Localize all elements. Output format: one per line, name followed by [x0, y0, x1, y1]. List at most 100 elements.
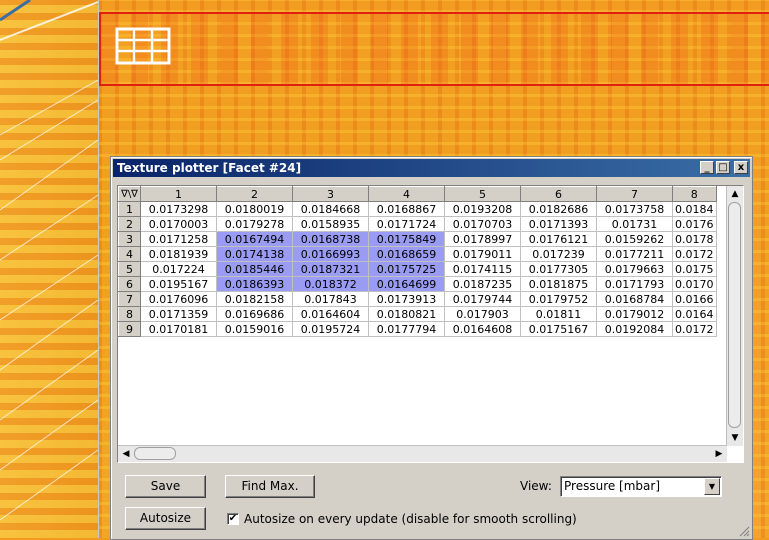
grid-cell[interactable]: 0.0168738: [292, 231, 369, 247]
grid-cell[interactable]: 0.0174138: [216, 246, 293, 262]
grid-cell[interactable]: 0.0176121: [520, 231, 597, 247]
grid-cell[interactable]: 0.0173298: [140, 201, 217, 217]
grid-cell[interactable]: 0.017903: [444, 306, 521, 322]
grid-cell[interactable]: 0.0171724: [368, 216, 445, 232]
grid-cell[interactable]: 0.01811: [520, 306, 597, 322]
grid-cell[interactable]: 0.0187321: [292, 261, 369, 277]
autosize-checkbox[interactable]: ✔: [227, 513, 239, 525]
resize-grip-icon[interactable]: [738, 525, 750, 537]
grid-cell[interactable]: 0.0179663: [596, 261, 673, 277]
view-select[interactable]: Pressure [mbar] ▼: [560, 476, 722, 497]
grid-cell[interactable]: 0.0175849: [368, 231, 445, 247]
grid-cell[interactable]: 0.0170703: [444, 216, 521, 232]
grid-cell[interactable]: 0.0186393: [216, 276, 293, 292]
find-max-button[interactable]: Find Max.: [225, 475, 315, 498]
grid-cell[interactable]: 0.017224: [140, 261, 217, 277]
grid-cell[interactable]: 0.0177305: [520, 261, 597, 277]
grid-cell[interactable]: 0.0192084: [596, 321, 673, 337]
column-header[interactable]: 3: [292, 186, 369, 202]
grid-cell[interactable]: 0.0175167: [520, 321, 597, 337]
column-header[interactable]: 7: [596, 186, 673, 202]
grid-cell[interactable]: 0.0179278: [216, 216, 293, 232]
grid-cell[interactable]: 0.0178997: [444, 231, 521, 247]
grid-cell[interactable]: 0.0178: [672, 231, 717, 247]
grid-cell[interactable]: 0.0185446: [216, 261, 293, 277]
grid-cell[interactable]: 0.0187235: [444, 276, 521, 292]
grid-cell[interactable]: 0.0179752: [520, 291, 597, 307]
grid-cell[interactable]: 0.0171793: [596, 276, 673, 292]
grid-cell[interactable]: 0.0159262: [596, 231, 673, 247]
row-header[interactable]: 6: [118, 276, 141, 292]
grid-cell[interactable]: 0.0176: [672, 216, 717, 232]
grid-cell[interactable]: 0.0169686: [216, 306, 293, 322]
grid-cell[interactable]: 0.0164699: [368, 276, 445, 292]
grid-cell[interactable]: 0.0173758: [596, 201, 673, 217]
grid-cell[interactable]: 0.0171359: [140, 306, 217, 322]
row-header[interactable]: 1: [118, 201, 141, 217]
scroll-left-icon[interactable]: ◀: [118, 446, 134, 462]
grid-cell[interactable]: 0.01731: [596, 216, 673, 232]
grid-cell[interactable]: 0.0168784: [596, 291, 673, 307]
grid-cell[interactable]: 0.0179012: [596, 306, 673, 322]
column-header[interactable]: 5: [444, 186, 521, 202]
grid-cell[interactable]: 0.0176096: [140, 291, 217, 307]
grid-cell[interactable]: 0.0164604: [292, 306, 369, 322]
grid-cell[interactable]: 0.0171393: [520, 216, 597, 232]
row-header[interactable]: 9: [118, 321, 141, 337]
selected-facet-outline[interactable]: [99, 12, 769, 86]
grid-cell[interactable]: 0.018372: [292, 276, 369, 292]
grid-cell[interactable]: 0.0180821: [368, 306, 445, 322]
grid-cell[interactable]: 0.0180019: [216, 201, 293, 217]
row-header[interactable]: 8: [118, 306, 141, 322]
grid-cell[interactable]: 0.0168867: [368, 201, 445, 217]
grid-cell[interactable]: 0.0175725: [368, 261, 445, 277]
grid-cell[interactable]: 0.0168659: [368, 246, 445, 262]
grid-cell[interactable]: 0.0170003: [140, 216, 217, 232]
row-header[interactable]: 4: [118, 246, 141, 262]
grid-cell[interactable]: 0.0193208: [444, 201, 521, 217]
scroll-up-icon[interactable]: ▲: [727, 186, 743, 202]
vertical-scrollbar[interactable]: ▲ ▼: [726, 186, 743, 446]
autosize-button[interactable]: Autosize: [125, 507, 206, 530]
row-header[interactable]: 7: [118, 291, 141, 307]
grid-cell[interactable]: 0.0182158: [216, 291, 293, 307]
grid-cell[interactable]: 0.0195167: [140, 276, 217, 292]
grid-cell[interactable]: 0.0177794: [368, 321, 445, 337]
grid-cell[interactable]: 0.0171258: [140, 231, 217, 247]
grid-cell[interactable]: 0.0170181: [140, 321, 217, 337]
grid-cell[interactable]: 0.017239: [520, 246, 597, 262]
window-titlebar[interactable]: Texture plotter [Facet #24] _ □ x: [113, 159, 750, 177]
grid-cell[interactable]: 0.0173913: [368, 291, 445, 307]
save-button[interactable]: Save: [125, 475, 206, 498]
grid-cell[interactable]: 0.0181875: [520, 276, 597, 292]
grid-cell[interactable]: 0.0167494: [216, 231, 293, 247]
column-header[interactable]: 1: [140, 186, 217, 202]
grid-cell[interactable]: 0.0179011: [444, 246, 521, 262]
grid-cell[interactable]: 0.0159016: [216, 321, 293, 337]
grid-cell[interactable]: 0.0175: [672, 261, 717, 277]
column-header[interactable]: 2: [216, 186, 293, 202]
grid-cell[interactable]: 0.0172: [672, 321, 717, 337]
grid-cell[interactable]: 0.017843: [292, 291, 369, 307]
grid-cell[interactable]: 0.0164608: [444, 321, 521, 337]
grid-cell[interactable]: 0.0166: [672, 291, 717, 307]
close-button[interactable]: x: [734, 161, 748, 174]
column-header[interactable]: 6: [520, 186, 597, 202]
grid-cell[interactable]: 0.0164: [672, 306, 717, 322]
vertical-scroll-thumb[interactable]: [728, 202, 741, 428]
horizontal-scrollbar[interactable]: ◀ ▶: [118, 445, 727, 462]
scroll-down-icon[interactable]: ▼: [727, 430, 743, 446]
horizontal-scroll-thumb[interactable]: [134, 447, 176, 460]
minimize-button[interactable]: _: [700, 161, 714, 174]
grid-cell[interactable]: 0.0179744: [444, 291, 521, 307]
column-header[interactable]: 4: [368, 186, 445, 202]
row-header[interactable]: 5: [118, 261, 141, 277]
grid-cell[interactable]: 0.0158935: [292, 216, 369, 232]
grid-cell[interactable]: 0.0182686: [520, 201, 597, 217]
grid-cell[interactable]: 0.0170: [672, 276, 717, 292]
dropdown-arrow-icon[interactable]: ▼: [704, 478, 720, 495]
grid-cell[interactable]: 0.0184: [672, 201, 717, 217]
grid-cell[interactable]: 0.0195724: [292, 321, 369, 337]
grid-cell[interactable]: 0.0181939: [140, 246, 217, 262]
maximize-button[interactable]: □: [716, 161, 730, 174]
